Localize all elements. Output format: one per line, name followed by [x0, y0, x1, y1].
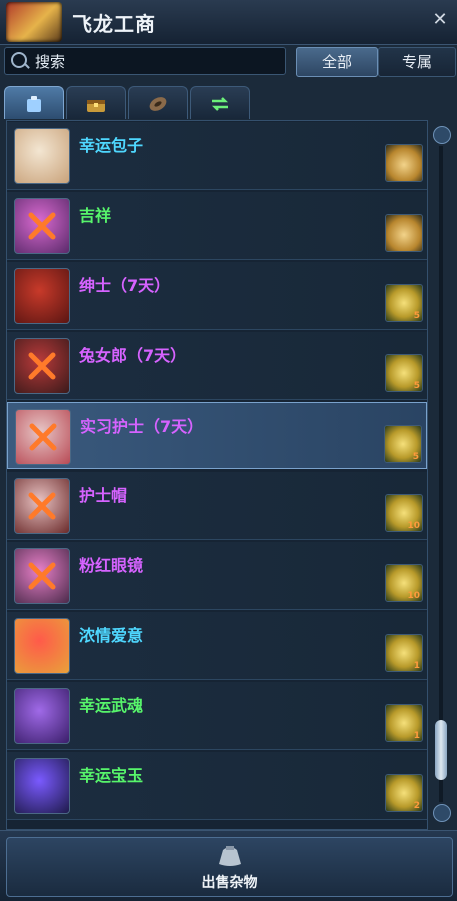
tab-material[interactable]	[128, 86, 188, 119]
item-thumbnail-icon	[14, 128, 70, 184]
gold-leaf-icon[interactable]: 1	[385, 634, 423, 672]
unavailable-x-icon	[28, 492, 56, 520]
item-thumbnail-icon	[14, 198, 70, 254]
scroll-track[interactable]	[439, 146, 443, 802]
item-row[interactable]: 绅士（7天） 5	[7, 262, 427, 330]
scroll-up-icon[interactable]	[433, 126, 451, 144]
search-icon	[11, 52, 27, 68]
gold-leaf-icon[interactable]: 5	[385, 354, 423, 392]
item-thumbnail-icon	[14, 758, 70, 814]
price-count: 2	[413, 801, 420, 811]
window-title: 飞龙工商	[72, 12, 156, 36]
item-thumbnail-icon	[14, 338, 70, 394]
bottom-bar: 出售杂物	[0, 830, 457, 901]
item-thumbnail-icon	[14, 478, 70, 534]
search-box[interactable]	[4, 47, 286, 75]
item-row[interactable]: 浓情爱意 1	[7, 612, 427, 680]
title-bar: 飞龙工商 ✕	[0, 0, 457, 45]
unavailable-x-icon	[28, 352, 56, 380]
price-count: 5	[412, 452, 419, 462]
category-tabs	[0, 80, 457, 120]
search-row: 全部 专属	[0, 44, 457, 78]
item-name: 幸运宝玉	[79, 766, 144, 785]
unavailable-x-icon	[29, 423, 57, 451]
chest-icon	[87, 100, 105, 112]
sack-icon	[219, 846, 241, 866]
sell-junk-label: 出售杂物	[201, 875, 258, 891]
scroll-down-icon[interactable]	[433, 804, 451, 822]
item-list: 幸运包子吉祥绅士（7天） 5 兔女郎（7天） 5 实习护士（7天） 5 护士帽 10 粉红眼镜 1…	[6, 120, 428, 830]
item-name: 粉红眼镜	[79, 556, 144, 575]
item-thumbnail-icon	[15, 409, 71, 465]
item-name: 兔女郎（7天）	[79, 346, 187, 365]
item-row[interactable]: 幸运宝玉 2	[7, 752, 427, 820]
price-count: 10	[407, 591, 420, 601]
tab-chest[interactable]	[66, 86, 126, 119]
scrollbar[interactable]	[430, 120, 452, 828]
tab-exchange[interactable]	[190, 86, 250, 119]
gold-leaf-icon[interactable]: 5	[384, 425, 422, 463]
item-thumbnail-icon	[14, 268, 70, 324]
filter-exclusive-button[interactable]: 专属	[378, 47, 456, 77]
item-thumbnail-icon	[14, 688, 70, 744]
item-name: 护士帽	[79, 486, 128, 505]
sell-junk-button[interactable]: 出售杂物	[6, 837, 453, 897]
item-thumbnail-icon	[14, 548, 70, 604]
price-count: 5	[413, 311, 420, 321]
price-count: 1	[413, 661, 420, 671]
item-name: 绅士（7天）	[79, 276, 171, 295]
fortune-cookie-icon[interactable]	[385, 214, 423, 252]
gold-leaf-icon[interactable]: 10	[385, 564, 423, 602]
price-count: 5	[413, 381, 420, 391]
item-row[interactable]: 幸运包子	[7, 122, 427, 190]
scroll-thumb[interactable]	[435, 720, 447, 780]
filter-all-button[interactable]: 全部	[296, 47, 378, 77]
gold-leaf-icon[interactable]: 1	[385, 704, 423, 742]
gold-leaf-icon[interactable]: 5	[385, 284, 423, 322]
item-thumbnail-icon	[14, 618, 70, 674]
fortune-cookie-icon[interactable]	[385, 144, 423, 182]
item-name: 实习护士（7天）	[80, 417, 204, 436]
unavailable-x-icon	[28, 562, 56, 590]
exchange-icon	[211, 97, 229, 111]
price-count: 1	[413, 731, 420, 741]
item-row[interactable]: 实习护士（7天） 5	[7, 402, 427, 469]
backpack-icon	[27, 96, 41, 112]
item-row[interactable]: 粉红眼镜 10	[7, 542, 427, 610]
gold-leaf-icon[interactable]: 10	[385, 494, 423, 532]
item-row[interactable]: 护士帽 10	[7, 472, 427, 540]
material-icon	[149, 97, 167, 111]
tab-backpack[interactable]	[4, 86, 64, 119]
gold-leaf-icon[interactable]: 2	[385, 774, 423, 812]
shop-logo-icon	[6, 2, 62, 42]
item-row[interactable]: 兔女郎（7天） 5	[7, 332, 427, 400]
unavailable-x-icon	[28, 212, 56, 240]
item-name: 浓情爱意	[79, 626, 144, 645]
close-icon[interactable]: ✕	[431, 11, 449, 29]
item-row[interactable]: 幸运武魂 1	[7, 682, 427, 750]
item-name: 幸运武魂	[79, 696, 144, 715]
search-input[interactable]	[33, 51, 277, 73]
price-count: 10	[407, 521, 420, 531]
item-name: 幸运包子	[79, 136, 144, 155]
item-row[interactable]: 吉祥	[7, 192, 427, 260]
item-name: 吉祥	[79, 206, 112, 225]
